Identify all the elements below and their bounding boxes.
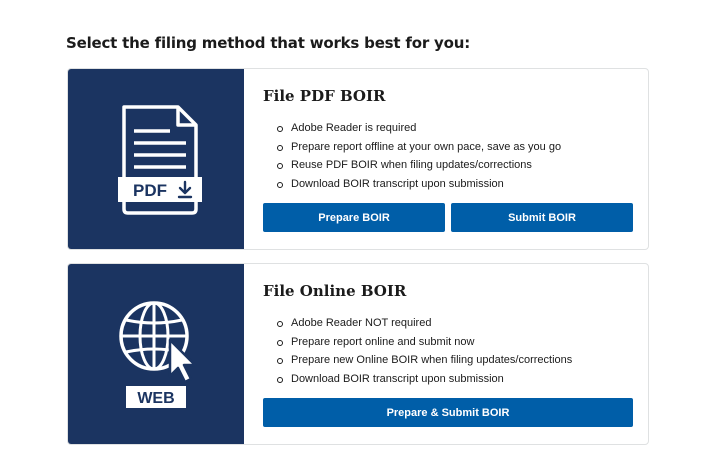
- pdf-icon-label: PDF: [133, 181, 167, 200]
- list-item: Adobe Reader is required: [277, 119, 561, 138]
- page-heading: Select the filing method that works best…: [66, 34, 471, 52]
- list-item: Prepare report offline at your own pace,…: [277, 138, 561, 157]
- pdf-option-title: File PDF BOIR: [263, 87, 386, 105]
- web-option-title: File Online BOIR: [263, 282, 407, 300]
- web-option-card: WEB File Online BOIR Adobe Reader NOT re…: [67, 263, 649, 445]
- web-option-body: File Online BOIR Adobe Reader NOT requir…: [263, 264, 633, 444]
- submit-boir-button[interactable]: Submit BOIR: [451, 203, 633, 232]
- pdf-option-bullets: Adobe Reader is required Prepare report …: [277, 119, 561, 194]
- list-item: Prepare new Online BOIR when filing upda…: [277, 351, 572, 370]
- pdf-icon-panel: PDF: [68, 69, 244, 249]
- list-item: Adobe Reader NOT required: [277, 314, 572, 333]
- web-option-bullets: Adobe Reader NOT required Prepare report…: [277, 314, 572, 389]
- list-item: Download BOIR transcript upon submission: [277, 370, 572, 389]
- list-item: Prepare report online and submit now: [277, 333, 572, 352]
- pdf-option-body: File PDF BOIR Adobe Reader is required P…: [263, 69, 633, 249]
- web-icon-panel: WEB: [68, 264, 244, 444]
- pdf-option-card: PDF File PDF BOIR Adobe Reader is requir…: [67, 68, 649, 250]
- globe-cursor-icon: WEB: [119, 301, 197, 408]
- prepare-boir-button[interactable]: Prepare BOIR: [263, 203, 445, 232]
- list-item: Reuse PDF BOIR when filing updates/corre…: [277, 156, 561, 175]
- pdf-document-icon: PDF: [118, 105, 202, 215]
- web-icon-label: WEB: [137, 390, 174, 407]
- prepare-submit-boir-button[interactable]: Prepare & Submit BOIR: [263, 398, 633, 427]
- filing-method-page: Select the filing method that works best…: [0, 0, 714, 449]
- list-item: Download BOIR transcript upon submission: [277, 175, 561, 194]
